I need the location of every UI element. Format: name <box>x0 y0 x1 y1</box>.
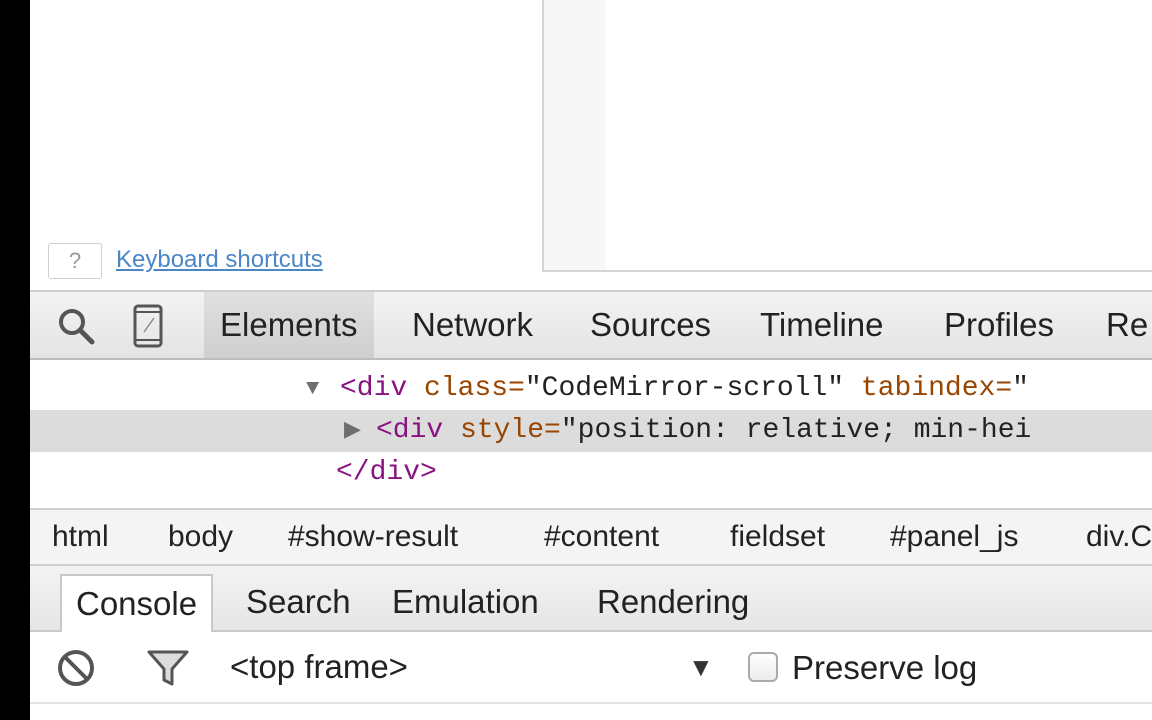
jsfiddle-left-panel: ? Keyboard shortcuts <box>30 0 522 290</box>
result-panel-gutter <box>544 0 606 270</box>
attr-class: class= <box>407 373 525 404</box>
tab-elements[interactable]: Elements <box>204 292 374 358</box>
breadcrumb: html body #show-result #content fieldset… <box>30 508 1152 566</box>
drawer-tab-rendering[interactable]: Rendering <box>583 574 763 630</box>
collapse-triangle-icon[interactable]: ▼ <box>306 368 319 410</box>
elements-dom-tree: ▼ <div class="CodeMirror-scroll" tabinde… <box>30 360 1152 508</box>
drawer-tab-emulation[interactable]: Emulation <box>378 574 553 630</box>
tab-sources[interactable]: Sources <box>574 292 727 358</box>
preserve-log-checkbox[interactable] <box>748 652 778 682</box>
crumb-content[interactable]: #content <box>544 510 659 564</box>
tab-timeline[interactable]: Timeline <box>744 292 899 358</box>
tab-resources[interactable]: Re <box>1090 292 1152 358</box>
tag-open: <div <box>376 415 444 446</box>
expand-triangle-icon[interactable]: ▶ <box>344 410 361 452</box>
crumb-fieldset[interactable]: fieldset <box>730 510 825 564</box>
dropdown-arrow-icon[interactable]: ▼ <box>688 642 714 692</box>
help-key: ? <box>48 243 102 279</box>
attr-style-value: "position: relative; min-hei <box>560 415 1032 446</box>
dom-node-close[interactable]: </div> <box>30 452 1152 494</box>
search-icon[interactable] <box>54 304 98 348</box>
left-window-edge <box>0 0 30 720</box>
tag-close: </div> <box>336 457 437 488</box>
console-toolbar: <top frame> ▼ Preserve log <box>30 632 1152 704</box>
drawer-tab-bar: Console Search Emulation Rendering <box>30 566 1152 632</box>
frame-select[interactable]: <top frame> <box>230 642 408 692</box>
device-mode-icon[interactable] <box>126 304 170 348</box>
devtools-tab-bar: Elements Network Sources Timeline Profil… <box>30 290 1152 360</box>
crumb-show-result[interactable]: #show-result <box>288 510 458 564</box>
attr-tabindex-value: " <box>1012 373 1029 404</box>
tab-network[interactable]: Network <box>396 292 549 358</box>
preserve-log-label: Preserve log <box>792 649 978 686</box>
crumb-panel-js[interactable]: #panel_js <box>890 510 1018 564</box>
drawer-tab-search[interactable]: Search <box>232 574 365 630</box>
keyboard-shortcuts-link[interactable]: Keyboard shortcuts <box>116 243 323 277</box>
page-content-area: ? Keyboard shortcuts <box>30 0 1152 290</box>
attr-class-value: "CodeMirror-scroll" <box>524 373 845 404</box>
crumb-body[interactable]: body <box>168 510 233 564</box>
result-panel <box>542 0 1152 272</box>
drawer-tab-console[interactable]: Console <box>60 574 214 632</box>
console-output <box>30 704 1152 720</box>
dom-node-codemirror-scroll[interactable]: ▼ <div class="CodeMirror-scroll" tabinde… <box>30 368 1152 410</box>
crumb-div[interactable]: div.C <box>1086 510 1152 564</box>
tab-profiles[interactable]: Profiles <box>928 292 1070 358</box>
tag-open: <div <box>340 373 408 404</box>
clear-console-icon[interactable] <box>54 646 98 690</box>
crumb-html[interactable]: html <box>52 510 109 564</box>
filter-icon[interactable] <box>146 646 190 690</box>
attr-style: style= <box>443 415 561 446</box>
attr-tabindex: tabindex= <box>844 373 1013 404</box>
dom-node-selected[interactable]: ▶ <div style="position: relative; min-he… <box>30 410 1152 452</box>
